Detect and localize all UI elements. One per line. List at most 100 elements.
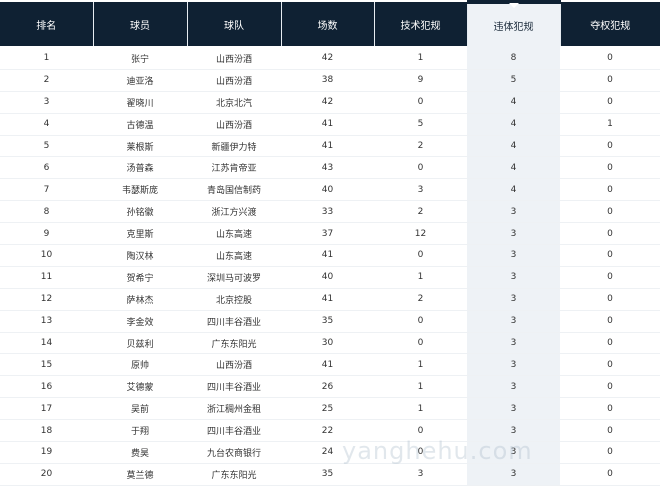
games-cell: 35 — [281, 310, 374, 333]
technical-fouls-cell: 0 — [374, 441, 467, 464]
unsportsmanlike-fouls-cell: 3 — [467, 353, 560, 377]
rank-cell: 3 — [0, 91, 93, 114]
unsportsmanlike-fouls-cell: 3 — [467, 332, 560, 355]
table-row[interactable]: 16 艾德蒙 四川丰谷酒业 26 1 3 0 — [0, 375, 660, 399]
rank-cell: 8 — [0, 200, 93, 224]
table-row[interactable]: 11 贺希宁 深圳马可波罗 40 1 3 0 — [0, 266, 660, 289]
team-cell: 浙江稠州金租 — [187, 397, 281, 421]
rank-cell: 1 — [0, 48, 93, 70]
player-cell: 陶汉林 — [93, 244, 187, 267]
games-cell: 43 — [281, 156, 374, 180]
flagrant-fouls-cell: 0 — [560, 332, 660, 355]
sort-desc-icon — [508, 3, 519, 8]
table-row[interactable]: 20 莫兰德 广东东阳光 35 3 3 0 — [0, 463, 660, 486]
technical-fouls-cell: 5 — [374, 113, 467, 136]
table-row[interactable]: 2 迪亚洛 山西汾酒 38 9 5 0 — [0, 69, 660, 92]
table-row[interactable]: 14 贝兹利 广东东阳光 30 0 3 0 — [0, 332, 660, 355]
team-cell: 四川丰谷酒业 — [187, 375, 281, 399]
technical-fouls-cell: 1 — [374, 353, 467, 377]
technical-fouls-cell: 1 — [374, 375, 467, 399]
player-cell: 韦瑟斯庞 — [93, 178, 187, 202]
team-cell: 四川丰谷酒业 — [187, 310, 281, 333]
table-row[interactable]: 5 莱根斯 新疆伊力特 41 2 4 0 — [0, 135, 660, 158]
rank-cell: 18 — [0, 419, 93, 443]
table-row[interactable]: 12 萨林杰 北京控股 41 2 3 0 — [0, 288, 660, 311]
header-unsportsmanlike-label: 违体犯规 — [493, 21, 534, 33]
unsportsmanlike-fouls-cell: 3 — [467, 310, 560, 333]
team-cell: 山东高速 — [187, 222, 281, 246]
table-row[interactable]: 15 原帅 山西汾酒 41 1 3 0 — [0, 353, 660, 377]
player-cell: 贝兹利 — [93, 332, 187, 355]
table-row[interactable]: 13 李金效 四川丰谷酒业 35 0 3 0 — [0, 310, 660, 333]
team-cell: 深圳马可波罗 — [187, 266, 281, 289]
flagrant-fouls-cell: 0 — [560, 222, 660, 246]
player-cell: 古德温 — [93, 113, 187, 136]
player-cell: 吴前 — [93, 397, 187, 421]
games-cell: 38 — [281, 69, 374, 92]
table-row[interactable]: 6 汤普森 江苏肯帝亚 43 0 4 0 — [0, 156, 660, 180]
table-row[interactable]: 4 古德温 山西汾酒 41 5 4 1 — [0, 113, 660, 136]
table-row[interactable]: 1 张宁 山西汾酒 42 1 8 0 — [0, 48, 660, 70]
unsportsmanlike-fouls-cell: 4 — [467, 178, 560, 202]
team-cell: 江苏肯帝亚 — [187, 156, 281, 180]
flagrant-fouls-cell: 0 — [560, 48, 660, 70]
header-player[interactable]: 球员 — [93, 2, 188, 46]
table-row[interactable]: 3 翟晓川 北京北汽 42 0 4 0 — [0, 91, 660, 114]
table-row[interactable]: 10 陶汉林 山东高速 41 0 3 0 — [0, 244, 660, 267]
flagrant-fouls-cell: 0 — [560, 353, 660, 377]
unsportsmanlike-fouls-cell: 3 — [467, 463, 560, 486]
table-row[interactable]: 19 费昊 九台农商银行 24 0 3 0 — [0, 441, 660, 464]
flagrant-fouls-cell: 0 — [560, 200, 660, 224]
rank-cell: 17 — [0, 397, 93, 421]
technical-fouls-cell: 0 — [374, 91, 467, 114]
foul-stats-table: 排名 球员 球队 场数 技术犯规 违体犯规 夺权犯规 1 张宁 山西汾酒 42 1 8 0 2… — [0, 0, 660, 486]
player-cell: 于翔 — [93, 419, 187, 443]
unsportsmanlike-fouls-cell: 5 — [467, 69, 560, 92]
rank-cell: 14 — [0, 332, 93, 355]
technical-fouls-cell: 1 — [374, 397, 467, 421]
team-cell: 山西汾酒 — [187, 48, 281, 70]
games-cell: 41 — [281, 288, 374, 311]
header-technical-fouls[interactable]: 技术犯规 — [374, 2, 468, 46]
header-games[interactable]: 场数 — [281, 2, 375, 46]
player-cell: 克里斯 — [93, 222, 187, 246]
table-header: 排名 球员 球队 场数 技术犯规 违体犯规 夺权犯规 — [0, 0, 660, 46]
table-row[interactable]: 8 孙铭徽 浙江方兴渡 33 2 3 0 — [0, 200, 660, 224]
flagrant-fouls-cell: 0 — [560, 135, 660, 158]
team-cell: 北京北汽 — [187, 91, 281, 114]
unsportsmanlike-fouls-cell: 4 — [467, 91, 560, 114]
table-row[interactable]: 18 于翔 四川丰谷酒业 22 0 3 0 — [0, 419, 660, 443]
rank-cell: 12 — [0, 288, 93, 311]
technical-fouls-cell: 2 — [374, 135, 467, 158]
games-cell: 42 — [281, 91, 374, 114]
rank-cell: 19 — [0, 441, 93, 464]
technical-fouls-cell: 0 — [374, 419, 467, 443]
header-flagrant-fouls[interactable]: 夺权犯规 — [560, 2, 660, 46]
table-row[interactable]: 9 克里斯 山东高速 37 12 3 0 — [0, 222, 660, 246]
flagrant-fouls-cell: 0 — [560, 397, 660, 421]
rank-cell: 7 — [0, 178, 93, 202]
unsportsmanlike-fouls-cell: 3 — [467, 222, 560, 246]
header-unsportsmanlike-fouls[interactable]: 违体犯规 — [467, 0, 561, 46]
flagrant-fouls-cell: 0 — [560, 244, 660, 267]
player-cell: 艾德蒙 — [93, 375, 187, 399]
table-row[interactable]: 7 韦瑟斯庞 青岛国信制药 40 3 4 0 — [0, 178, 660, 202]
unsportsmanlike-fouls-cell: 3 — [467, 200, 560, 224]
flagrant-fouls-cell: 0 — [560, 419, 660, 443]
unsportsmanlike-fouls-cell: 3 — [467, 375, 560, 399]
header-team[interactable]: 球队 — [187, 2, 282, 46]
header-rank[interactable]: 排名 — [0, 2, 94, 46]
games-cell: 30 — [281, 332, 374, 355]
rank-cell: 20 — [0, 463, 93, 486]
team-cell: 山西汾酒 — [187, 353, 281, 377]
flagrant-fouls-cell: 1 — [560, 113, 660, 136]
games-cell: 41 — [281, 135, 374, 158]
table-row[interactable]: 17 吴前 浙江稠州金租 25 1 3 0 — [0, 397, 660, 421]
unsportsmanlike-fouls-cell: 4 — [467, 113, 560, 136]
team-cell: 山东高速 — [187, 244, 281, 267]
technical-fouls-cell: 2 — [374, 288, 467, 311]
games-cell: 41 — [281, 113, 374, 136]
technical-fouls-cell: 1 — [374, 48, 467, 70]
rank-cell: 6 — [0, 156, 93, 180]
flagrant-fouls-cell: 0 — [560, 266, 660, 289]
